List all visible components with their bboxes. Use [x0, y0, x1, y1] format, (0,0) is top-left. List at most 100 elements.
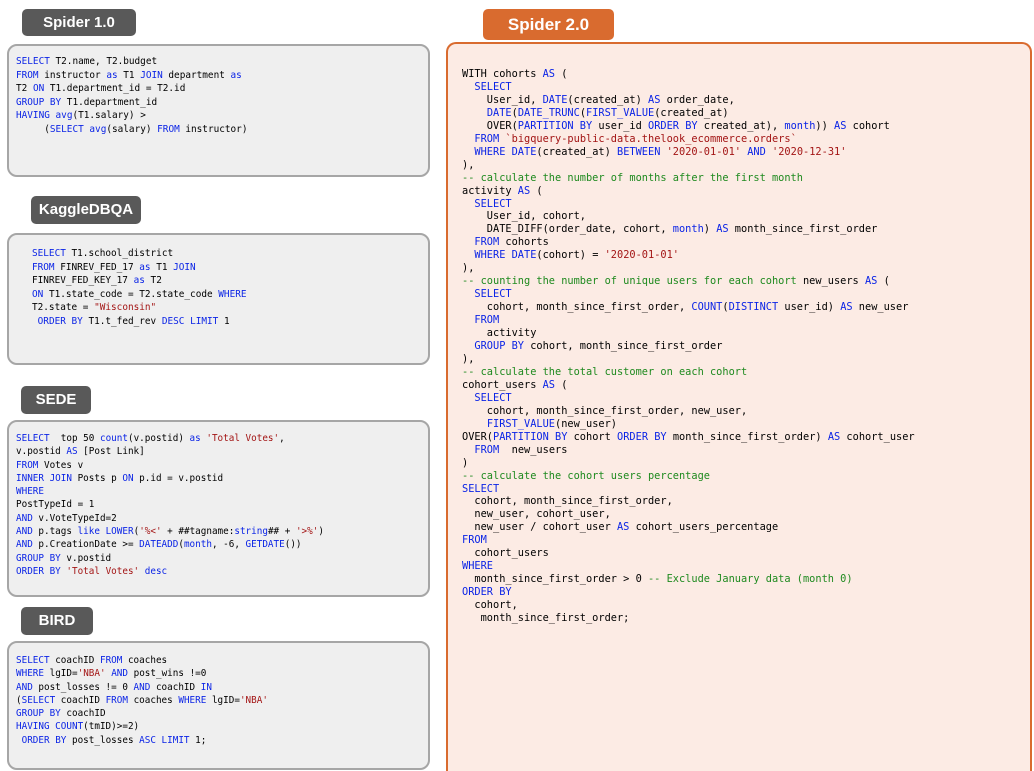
- sql-comment: -- calculate the number of months after …: [462, 171, 803, 184]
- code-line: GROUP BY coachID: [16, 707, 268, 720]
- code-line: -- calculate the total customer on each …: [462, 366, 915, 379]
- sql-keyword: FROM: [99, 655, 123, 666]
- sql-keyword: AND: [747, 145, 766, 158]
- sql-keyword: ORDER BY: [21, 734, 67, 746]
- code-line: SELECT: [462, 392, 915, 405]
- sql-keyword: HAVING: [16, 110, 50, 122]
- sql-text: new_user, cohort_user,: [462, 508, 611, 521]
- sql-text: User_id,: [462, 93, 543, 106]
- sql-text: coachID: [150, 681, 201, 693]
- sql-text: T2.name, T2.budget: [49, 56, 158, 67]
- code-line: FROM FINREV_FED_17 as T1 JOIN: [32, 261, 247, 275]
- sql-text: (T1.salary) >: [72, 110, 146, 122]
- code-line: cohort_users AS (: [462, 379, 915, 392]
- sql-text: T1: [150, 261, 174, 273]
- code-line: SELECT T2.name, T2.budget: [16, 55, 247, 69]
- sql-text: ,: [279, 433, 285, 444]
- sql-keyword: LOWER: [105, 526, 134, 538]
- sql-text: cohort, month_since_first_order: [524, 340, 723, 353]
- sql-text: post_losses: [66, 734, 140, 746]
- sql-text: T1.school_district: [65, 248, 174, 259]
- sql-keyword: like: [77, 526, 100, 538]
- sql-keyword: WHERE: [462, 560, 493, 573]
- sql-keyword: IN: [200, 681, 212, 693]
- sql-code-kaggledbqa: SELECT T1.school_district FROM FINREV_FED…: [32, 247, 247, 329]
- sql-text: WITH cohorts: [462, 68, 543, 80]
- sql-text: ),: [462, 352, 475, 365]
- sql-string: 'NBA': [239, 694, 268, 706]
- sql-keyword: ORDER BY: [462, 586, 512, 599]
- sql-keyword: month: [784, 119, 816, 132]
- sql-keyword: JOIN: [140, 69, 163, 81]
- sql-keyword: GROUP BY: [16, 96, 62, 108]
- code-line: ),: [462, 262, 915, 275]
- sql-text: new_user / cohort_user: [462, 521, 617, 534]
- sql-keyword: AND: [111, 668, 128, 680]
- sql-keyword: FROM: [474, 443, 500, 456]
- sql-text: PostTypeId = 1: [16, 499, 95, 511]
- code-line: ): [462, 457, 915, 470]
- code-panel-bird: SELECT coachID FROM coaches WHERE lgID='N…: [7, 641, 430, 770]
- sql-text: p.tags: [32, 526, 78, 538]
- sql-comment: -- counting the number of unique users f…: [462, 275, 797, 288]
- sql-text: v.postid: [16, 446, 67, 458]
- code-line: FROM: [462, 314, 915, 327]
- sql-keyword: count: [99, 433, 128, 444]
- code-line: activity: [462, 327, 915, 340]
- sql-keyword: ON: [32, 288, 44, 300]
- sql-keyword: SELECT: [16, 56, 50, 67]
- code-line: User_id, cohort,: [462, 210, 915, 223]
- code-line: GROUP BY cohort, month_since_first_order: [462, 340, 915, 353]
- sql-keyword: DATE: [486, 106, 512, 119]
- code-line: ),: [462, 159, 915, 172]
- code-line: -- counting the number of unique users f…: [462, 275, 915, 288]
- sql-keyword: COUNT: [691, 301, 723, 314]
- sql-keyword: AS: [716, 223, 729, 236]
- sql-text: T1.state_code = T2.state_code: [43, 288, 219, 300]
- code-line: User_id, DATE(created_at) AS order_date,: [462, 94, 915, 107]
- sql-text: ): [318, 526, 324, 538]
- sql-keyword: WHERE: [218, 288, 247, 300]
- sql-keyword: avg: [89, 123, 107, 135]
- sql-text: cohort: [846, 119, 890, 132]
- dataset-tag-spider1: Spider 1.0: [22, 9, 136, 36]
- sql-keyword: ORDER BY: [16, 565, 61, 577]
- sql-code-spider1: SELECT T2.name, T2.budget FROM instructor…: [16, 55, 247, 137]
- sql-text: post_wins !=0: [128, 668, 207, 680]
- sql-text: v.VoteTypeId=2: [32, 512, 117, 524]
- sql-keyword: FROM: [105, 694, 128, 706]
- code-line: new_user, cohort_user,: [462, 508, 915, 521]
- sql-text: cohort_users: [462, 547, 549, 560]
- sql-keyword: AS: [66, 446, 78, 458]
- sql-keyword: GROUP BY: [16, 552, 61, 564]
- code-line: month_since_first_order > 0 -- Exclude J…: [462, 573, 915, 586]
- sql-text: cohort,: [462, 599, 518, 612]
- sql-keyword: DATE: [542, 93, 568, 106]
- sql-text: T1: [117, 69, 141, 81]
- code-line: cohort_users: [462, 547, 915, 560]
- code-line: DATE(DATE_TRUNC(FIRST_VALUE(created_at): [462, 107, 915, 120]
- code-line: SELECT: [462, 198, 915, 211]
- sql-text: coaches: [122, 655, 168, 666]
- sql-string: "Wisconsin": [94, 302, 157, 314]
- sql-keyword: FIRST_VALUE: [586, 106, 655, 119]
- sql-keyword: AND: [16, 681, 33, 693]
- sql-text: (: [555, 378, 568, 391]
- sql-text: department: [162, 69, 231, 81]
- sql-text: order_date,: [660, 93, 735, 106]
- code-line: AND v.VoteTypeId=2: [16, 512, 324, 525]
- sql-text: cohort_users: [462, 378, 543, 391]
- sql-keyword: AS: [542, 378, 555, 391]
- sql-keyword: SELECT: [49, 123, 84, 135]
- code-line: SELECT top 50 count(v.postid) as 'Total …: [16, 432, 324, 445]
- sql-text: T2: [16, 83, 33, 95]
- sql-text: instructor): [179, 123, 248, 135]
- sql-keyword: SELECT: [462, 482, 500, 495]
- sql-keyword: PARTITION BY: [517, 119, 593, 132]
